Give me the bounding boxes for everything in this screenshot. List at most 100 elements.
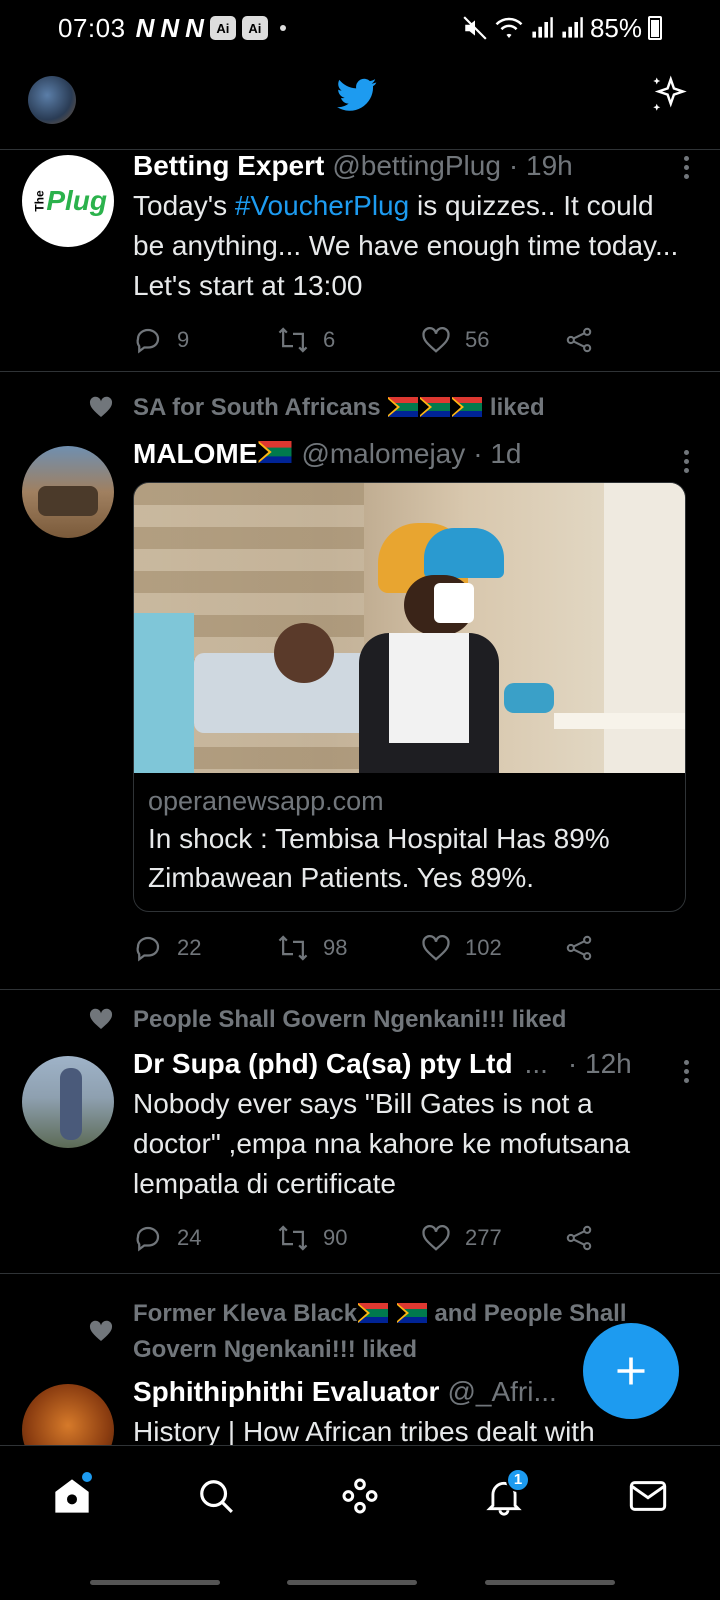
retweet-count: 90 bbox=[323, 1225, 348, 1250]
author-name[interactable]: MALOME bbox=[133, 438, 257, 470]
tweet-avatar[interactable] bbox=[22, 1056, 114, 1148]
hashtag-link[interactable]: #VoucherPlug bbox=[235, 190, 409, 221]
status-bar: 07:03 N N N Ai Ai 85% bbox=[0, 0, 720, 56]
retweet-icon bbox=[278, 327, 308, 353]
tweet[interactable]: People Shall Govern Ngenkani!!! liked Dr… bbox=[0, 990, 720, 1274]
recents-gesture[interactable] bbox=[90, 1580, 220, 1585]
nav-spaces[interactable] bbox=[330, 1466, 390, 1526]
card-domain: operanewsapp.com bbox=[148, 786, 384, 816]
mute-icon bbox=[463, 16, 487, 40]
system-navigation-bar bbox=[0, 1545, 720, 1600]
reply-button[interactable]: 22 bbox=[133, 933, 277, 963]
retweet-button[interactable]: 6 bbox=[277, 326, 421, 354]
retweet-icon bbox=[278, 935, 308, 961]
battery-percent: 85% bbox=[589, 12, 642, 43]
avatar-prefix-text: The bbox=[32, 190, 47, 212]
nav-messages[interactable] bbox=[618, 1466, 678, 1526]
like-count: 56 bbox=[465, 327, 490, 352]
author-handle[interactable]: @malomejay bbox=[301, 438, 465, 470]
top-nav bbox=[0, 56, 720, 150]
twitter-logo-icon[interactable] bbox=[337, 78, 377, 112]
liked-heart-icon bbox=[89, 1320, 113, 1341]
tweet[interactable]: The Plug Betting Expert @bettingPlug · 1… bbox=[0, 150, 720, 372]
notification-icons: N N N Ai Ai bbox=[136, 13, 286, 44]
share-button[interactable] bbox=[565, 934, 593, 962]
bottom-nav: 1 bbox=[0, 1445, 720, 1545]
spaces-icon bbox=[342, 1478, 378, 1513]
nav-search[interactable] bbox=[186, 1466, 246, 1526]
home-icon bbox=[55, 1478, 89, 1513]
netflix-icon: N bbox=[160, 12, 180, 43]
retweet-button[interactable]: 90 bbox=[277, 1224, 421, 1252]
retweet-count: 6 bbox=[323, 327, 336, 352]
social-context[interactable]: SA for South Africans liked bbox=[89, 394, 686, 422]
heart-icon bbox=[422, 935, 450, 961]
more-options-icon[interactable] bbox=[684, 450, 690, 477]
reply-count: 22 bbox=[177, 935, 202, 960]
author-handle-truncated[interactable]: ... bbox=[525, 1048, 548, 1080]
reply-count: 9 bbox=[177, 327, 190, 352]
plus-icon bbox=[617, 1357, 645, 1385]
author-handle[interactable]: @bettingPlug bbox=[332, 150, 501, 182]
like-button[interactable]: 56 bbox=[421, 326, 565, 354]
flag-za-icon bbox=[452, 397, 483, 417]
retweet-button[interactable]: 98 bbox=[277, 934, 421, 962]
netflix-icon: N bbox=[135, 12, 155, 43]
like-button[interactable]: 277 bbox=[421, 1224, 565, 1252]
ai-icon: Ai bbox=[209, 16, 236, 40]
reply-button[interactable]: 9 bbox=[133, 325, 277, 355]
notifications-badge: 1 bbox=[506, 1467, 530, 1492]
link-card[interactable]: operanewsapp.com In shock : Tembisa Hosp… bbox=[133, 482, 686, 912]
more-options-icon[interactable] bbox=[684, 156, 690, 183]
heart-icon bbox=[422, 1225, 450, 1251]
flag-za-icon bbox=[388, 397, 419, 417]
sparkle-icon[interactable] bbox=[648, 74, 690, 116]
timeline-feed[interactable]: The Plug Betting Expert @bettingPlug · 1… bbox=[0, 150, 720, 1475]
mail-icon bbox=[629, 1480, 667, 1511]
social-context[interactable]: People Shall Govern Ngenkani!!! liked bbox=[89, 1006, 686, 1034]
reply-icon bbox=[136, 1226, 160, 1252]
status-right: 85% bbox=[462, 13, 662, 44]
share-icon bbox=[566, 1225, 592, 1251]
card-image bbox=[134, 483, 685, 773]
author-name[interactable]: Dr Supa (phd) Ca(sa) pty Ltd bbox=[133, 1048, 513, 1080]
more-notifications-dot bbox=[279, 25, 286, 31]
signal-icon bbox=[532, 17, 553, 38]
reply-button[interactable]: 24 bbox=[133, 1223, 277, 1253]
retweet-icon bbox=[278, 1225, 308, 1251]
author-handle[interactable]: @_Afri... bbox=[447, 1376, 556, 1408]
tweet-time: · 19h bbox=[508, 150, 573, 181]
nav-home[interactable] bbox=[42, 1466, 102, 1526]
battery-icon bbox=[648, 16, 662, 40]
tweet-text: Today's #VoucherPlug is quizzes.. It cou… bbox=[133, 190, 679, 301]
back-gesture[interactable] bbox=[485, 1580, 615, 1585]
author-name[interactable]: Sphithiphithi Evaluator bbox=[133, 1376, 439, 1408]
compose-tweet-button[interactable] bbox=[583, 1323, 679, 1419]
flag-za-icon bbox=[420, 397, 451, 417]
share-button[interactable] bbox=[565, 326, 593, 354]
heart-icon bbox=[422, 327, 450, 353]
tweet-avatar[interactable] bbox=[22, 446, 114, 538]
nav-notifications[interactable]: 1 bbox=[474, 1466, 534, 1526]
tweet-time: · 12h bbox=[567, 1048, 632, 1079]
home-gesture[interactable] bbox=[287, 1580, 417, 1585]
profile-avatar[interactable] bbox=[28, 76, 76, 124]
author-name[interactable]: Betting Expert bbox=[133, 150, 324, 182]
search-icon bbox=[200, 1479, 233, 1513]
share-button[interactable] bbox=[565, 1224, 593, 1252]
status-time: 07:03 bbox=[58, 12, 126, 43]
like-count: 102 bbox=[465, 935, 502, 960]
more-options-icon[interactable] bbox=[684, 1060, 690, 1087]
share-icon bbox=[566, 327, 592, 353]
flag-za-icon bbox=[358, 1303, 389, 1323]
card-title: In shock : Tembisa Hospital Has 89% Zimb… bbox=[148, 823, 610, 893]
tweet-avatar[interactable]: The Plug bbox=[22, 155, 114, 247]
like-button[interactable]: 102 bbox=[421, 934, 565, 962]
tweet[interactable]: SA for South Africans liked MALOME @malo… bbox=[0, 372, 720, 990]
ai-icon: Ai bbox=[241, 16, 268, 40]
retweet-count: 98 bbox=[323, 935, 348, 960]
tweet-text: Nobody ever says "Bill Gates is not a do… bbox=[133, 1088, 631, 1199]
reply-count: 24 bbox=[177, 1225, 202, 1250]
netflix-icon: N bbox=[185, 12, 204, 43]
reply-icon bbox=[136, 328, 160, 354]
